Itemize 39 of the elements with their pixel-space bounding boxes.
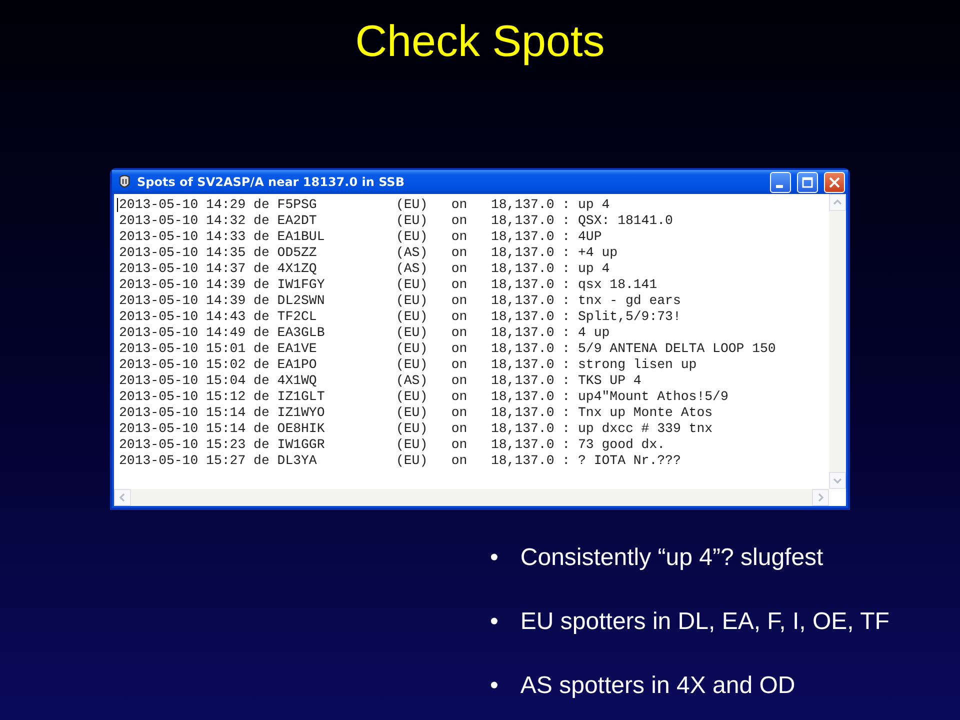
bullet-text: AS spotters in 4X and OD [520, 672, 796, 700]
spot-line: 2013-05-10 15:27 de DL3YA (EU) on 18,137.0 : ? IOTA Nr.??? [119, 453, 682, 469]
spot-line: 2013-05-10 14:33 de EA1BUL (EU) on 18,137.0 : 4UP [119, 229, 603, 245]
slide-title: Check Spots [355, 16, 605, 68]
close-icon [829, 176, 840, 188]
spot-line: 2013-05-10 14:35 de OD5ZZ (AS) on 18,137.0 : +4 up [119, 245, 619, 261]
spot-line: 2013-05-10 15:04 de 4X1WQ (AS) on 18,137.0 : TKS UP 4 [119, 373, 642, 389]
text-cursor [117, 198, 118, 212]
scroll-up-icon [833, 198, 842, 207]
spot-line: 2013-05-10 14:49 de EA3GLB (EU) on 18,137.0 : 4 up [119, 325, 611, 341]
spot-line: 2013-05-10 14:29 de F5PSG (EU) on 18,137.0 : up 4 [119, 197, 611, 213]
bullet-text: Consistently “up 4”? slugfest [520, 544, 824, 572]
bullet-marker: • [490, 672, 498, 700]
spot-line: 2013-05-10 15:01 de EA1VE (EU) on 18,137.0 : 5/9 ANTENA DELTA LOOP 150 [119, 341, 777, 357]
bullet-text: EU spotters in DL, EA, F, I, OE, TF [520, 608, 890, 636]
spot-line: 2013-05-10 15:14 de OE8HIK (EU) on 18,137.0 : up dxcc # 339 tnx [119, 421, 714, 437]
scroll-right-icon [816, 493, 825, 502]
spot-line: 2013-05-10 15:14 de IZ1WYO (EU) on 18,137.0 : Tnx up Monte Atos [119, 405, 714, 421]
minimize-icon [776, 184, 782, 188]
spot-line: 2013-05-10 14:43 de TF2CL (EU) on 18,137.0 : Split,5/9:73! [119, 309, 682, 325]
spot-line: 2013-05-10 15:23 de IW1GGR (EU) on 18,137.0 : 73 good dx. [119, 437, 666, 453]
spot-line: 2013-05-10 14:39 de IW1FGY (EU) on 18,137.0 : qsx 18.141 [119, 277, 658, 293]
horizontal-scrollbar[interactable] [114, 489, 829, 506]
spot-line: 2013-05-10 14:37 de 4X1ZQ (AS) on 18,137.0 : up 4 [119, 261, 611, 277]
app-icon [118, 174, 131, 190]
spot-line: 2013-05-10 15:02 de EA1PO (EU) on 18,137.0 : strong lisen up [119, 357, 698, 373]
vertical-scrollbar[interactable] [829, 194, 846, 489]
scroll-down-icon [833, 476, 842, 485]
maximize-icon [802, 176, 813, 188]
spot-line: 2013-05-10 14:39 de DL2SWN (EU) on 18,137.0 : tnx - gd ears [119, 293, 682, 309]
window-title: Spots of SV2ASP/A near 18137.0 in SSB [137, 175, 406, 189]
spot-line: 2013-05-10 15:12 de IZ1GLT (EU) on 18,137.0 : up4"Mount Athos!5/9 [119, 389, 730, 405]
maximize-button[interactable] [797, 172, 818, 192]
spot-line: 2013-05-10 14:32 de EA2DT (EU) on 18,137.0 : QSX: 18141.0 [119, 213, 674, 229]
bullet-marker: • [490, 608, 498, 636]
close-button[interactable] [824, 172, 845, 192]
bullet-marker: • [490, 544, 498, 572]
scroll-left-icon [118, 493, 127, 502]
minimize-button[interactable] [770, 172, 791, 192]
